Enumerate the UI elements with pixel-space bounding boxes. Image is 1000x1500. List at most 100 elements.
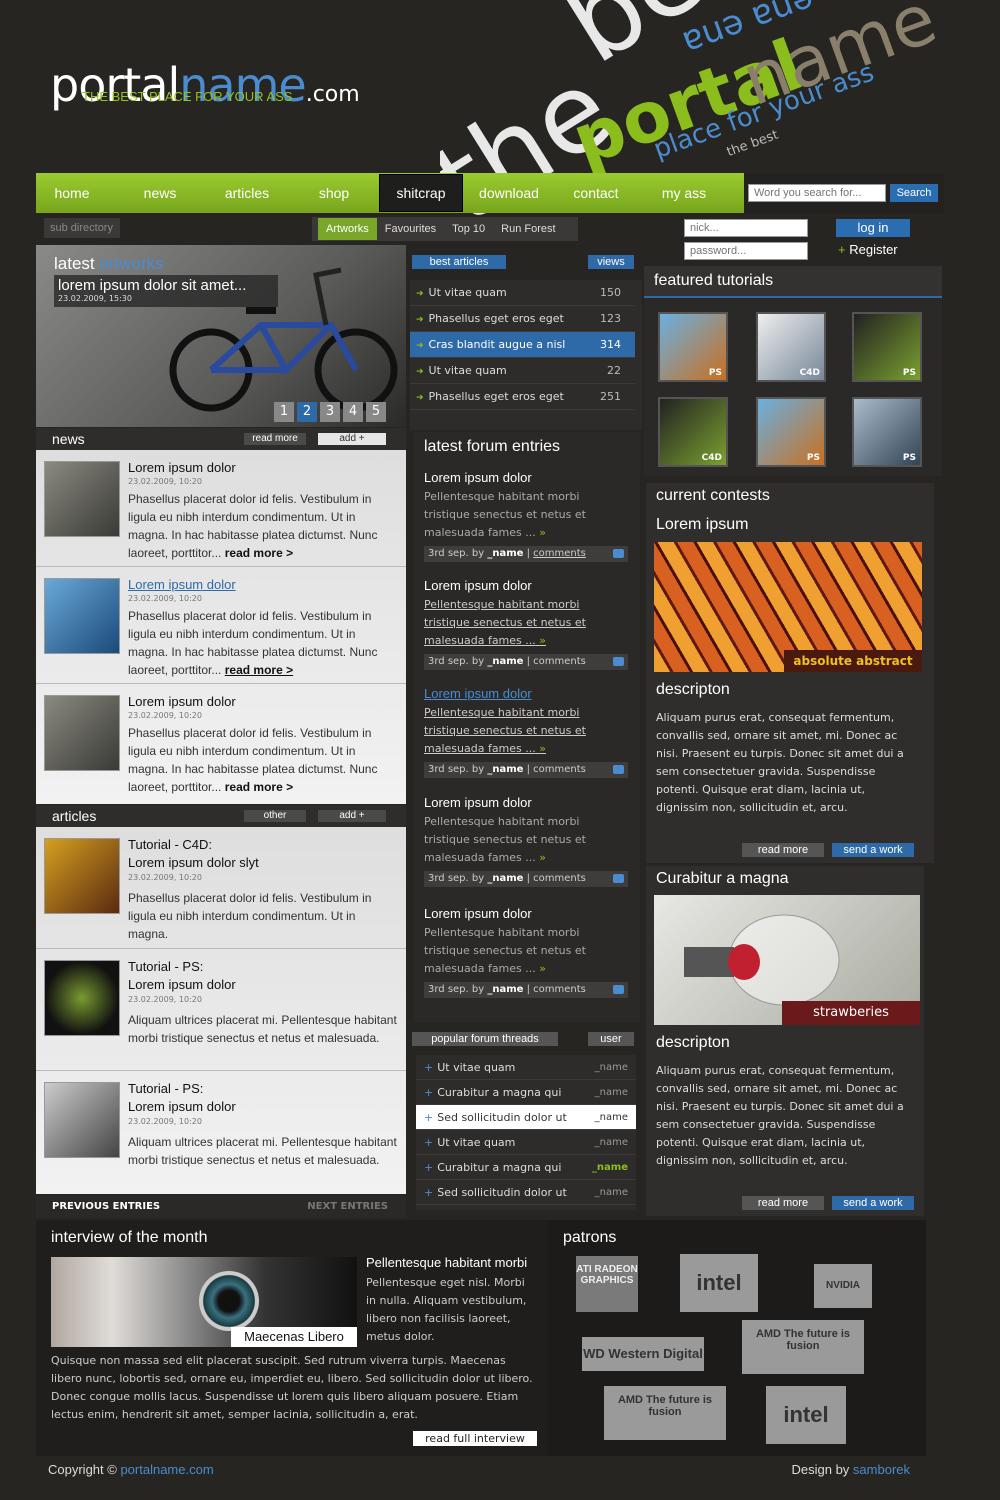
tutorial-thumb[interactable]: C4D [658, 397, 728, 467]
more-arrow-icon[interactable]: » [539, 526, 546, 539]
patron-intel-2[interactable]: intel [766, 1386, 846, 1444]
popular-user[interactable]: _name [595, 1080, 628, 1105]
read-more-link[interactable]: read more > [225, 780, 293, 794]
nav-contact[interactable]: contact [554, 173, 638, 213]
page-3[interactable]: 3 [320, 402, 340, 422]
contest-read-more-button[interactable]: read more [742, 1196, 824, 1210]
best-articles-title[interactable]: best articles [412, 255, 506, 269]
article-title[interactable]: Tutorial - C4D: [128, 837, 212, 852]
meta-user[interactable]: _name [487, 873, 523, 884]
page-5[interactable]: 5 [366, 402, 386, 422]
news-item[interactable]: Lorem ipsum dolor 23.02.2009, 10:20 Phas… [36, 450, 406, 567]
comments-link[interactable]: comments [533, 656, 586, 667]
forum-entry[interactable]: Lorem ipsum dolor Pellentesque habitant … [424, 906, 628, 998]
forum-entry[interactable]: Lorem ipsum dolor Pellentesque habitant … [424, 795, 628, 887]
forum-entry-title[interactable]: Lorem ipsum dolor [424, 795, 628, 810]
page-1[interactable]: 1 [274, 402, 294, 422]
nav-home[interactable]: home [36, 173, 108, 213]
tab-run-forest[interactable]: Run Forest [493, 218, 563, 240]
contest-heading[interactable]: Lorem ipsum [656, 516, 748, 534]
news-item-title[interactable]: Lorem ipsum dolor [128, 460, 236, 475]
news-read-more-button[interactable]: read more [244, 433, 306, 445]
best-article-row[interactable]: ➜ Phasellus eget eros eget 123 [410, 306, 635, 332]
register-link[interactable]: + Register [838, 242, 898, 257]
forum-entry-title[interactable]: Lorem ipsum dolor [424, 470, 628, 485]
patron-nvidia[interactable]: NVIDIA [814, 1264, 872, 1308]
send-work-button[interactable]: send a work [832, 1196, 914, 1210]
news-item-title[interactable]: Lorem ipsum dolor [128, 577, 236, 592]
tutorial-thumb[interactable]: C4D [756, 312, 826, 382]
forum-entry[interactable]: Lorem ipsum dolor Pellentesque habitant … [424, 578, 628, 670]
nick-input[interactable] [684, 219, 808, 237]
page-4[interactable]: 4 [343, 402, 363, 422]
tab-favourites[interactable]: Favourites [377, 218, 444, 240]
patron-ati[interactable]: ATI RADEON GRAPHICS [576, 1256, 638, 1312]
articles-add-button[interactable]: add + [318, 810, 386, 822]
meta-user[interactable]: _name [487, 656, 523, 667]
contest-read-more-button[interactable]: read more [742, 843, 824, 857]
forum-entry-title[interactable]: Lorem ipsum dolor [424, 578, 628, 593]
best-article-row[interactable]: ➜ Cras blandit augue a nisl 314 [410, 332, 635, 358]
sub-directory[interactable]: sub directory [44, 218, 120, 238]
news-item-title[interactable]: Lorem ipsum dolor [128, 694, 236, 709]
site-link[interactable]: portalname.com [120, 1462, 213, 1477]
interview-image[interactable]: Maecenas Libero [51, 1257, 357, 1347]
popular-row[interactable]: + Curabitur a magna qui _name [416, 1080, 636, 1105]
read-more-link[interactable]: read more > [225, 546, 293, 560]
forum-entry-title[interactable]: Lorem ipsum dolor [424, 906, 628, 921]
popular-user[interactable]: _name [595, 1180, 628, 1205]
search-button[interactable]: Search [890, 184, 938, 202]
comments-link[interactable]: comments [533, 764, 586, 775]
more-arrow-icon[interactable]: » [539, 634, 546, 647]
popular-row[interactable]: + Curabitur a magna qui _name [416, 1155, 636, 1180]
popular-user[interactable]: _name [595, 1130, 628, 1155]
tutorial-thumb[interactable]: PS [756, 397, 826, 467]
popular-row[interactable]: + Ut vitae quam _name [416, 1130, 636, 1155]
meta-user[interactable]: _name [487, 984, 523, 995]
article-title[interactable]: Tutorial - PS: [128, 959, 203, 974]
forum-entry[interactable]: Lorem ipsum dolor Pellentesque habitant … [424, 686, 628, 778]
article-title[interactable]: Tutorial - PS: [128, 1081, 203, 1096]
tutorial-thumb[interactable]: PS [852, 397, 922, 467]
nav-shitcrap[interactable]: shitcrap [379, 174, 463, 212]
popular-row[interactable]: + Sed sollicitudin dolor ut _name [416, 1105, 636, 1130]
patron-intel[interactable]: intel [680, 1254, 758, 1312]
read-more-link[interactable]: read more > [225, 663, 293, 677]
designer-link[interactable]: samborek [853, 1462, 910, 1477]
patron-amd-2[interactable]: AMD The future is fusion [604, 1386, 726, 1440]
news-item[interactable]: Lorem ipsum dolor 23.02.2009, 10:20 Phas… [36, 567, 406, 684]
best-article-row[interactable]: ➜ Phasellus eget eros eget 251 [410, 384, 635, 410]
comments-link[interactable]: comments [533, 548, 586, 559]
patron-amd[interactable]: AMD The future is fusion [742, 1320, 864, 1374]
tutorial-thumb[interactable]: PS [658, 312, 728, 382]
tab-top10[interactable]: Top 10 [444, 218, 493, 240]
popular-user[interactable]: _name [595, 1105, 628, 1130]
hero-banner[interactable]: latest artworks lorem ipsum dolor sit am… [36, 245, 406, 427]
password-input[interactable] [684, 242, 808, 260]
tutorial-thumb[interactable]: PS [852, 312, 922, 382]
meta-user[interactable]: _name [487, 548, 523, 559]
nav-my-ass[interactable]: my ass [640, 173, 728, 213]
popular-title[interactable]: popular forum threads [412, 1032, 558, 1046]
tab-artworks[interactable]: Artworks [318, 218, 377, 240]
comments-link[interactable]: comments [533, 984, 586, 995]
send-work-button[interactable]: send a work [832, 843, 914, 857]
nav-articles[interactable]: articles [204, 173, 290, 213]
forum-entry[interactable]: Lorem ipsum dolor Pellentesque habitant … [424, 470, 628, 562]
views-label[interactable]: views [588, 255, 634, 269]
contest-heading[interactable]: Curabitur a magna [656, 870, 789, 888]
nav-news[interactable]: news [118, 173, 202, 213]
article-item[interactable]: Tutorial - PS: Lorem ipsum dolor 23.02.2… [36, 949, 406, 1071]
contest-image[interactable]: absolute abstract [654, 542, 922, 672]
popular-user[interactable]: _name [595, 1055, 628, 1080]
patron-wd[interactable]: WD Western Digital [582, 1337, 704, 1371]
best-article-row[interactable]: ➜ Ut vitae quam 150 [410, 280, 635, 306]
more-arrow-icon[interactable]: » [539, 962, 546, 975]
meta-user[interactable]: _name [487, 764, 523, 775]
comments-link[interactable]: comments [533, 873, 586, 884]
page-2[interactable]: 2 [297, 402, 317, 422]
news-item[interactable]: Lorem ipsum dolor 23.02.2009, 10:20 Phas… [36, 684, 406, 801]
article-item[interactable]: Tutorial - C4D: Lorem ipsum dolor slyt 2… [36, 827, 406, 949]
popular-user[interactable]: _name [592, 1155, 628, 1180]
more-arrow-icon[interactable]: » [539, 742, 546, 755]
